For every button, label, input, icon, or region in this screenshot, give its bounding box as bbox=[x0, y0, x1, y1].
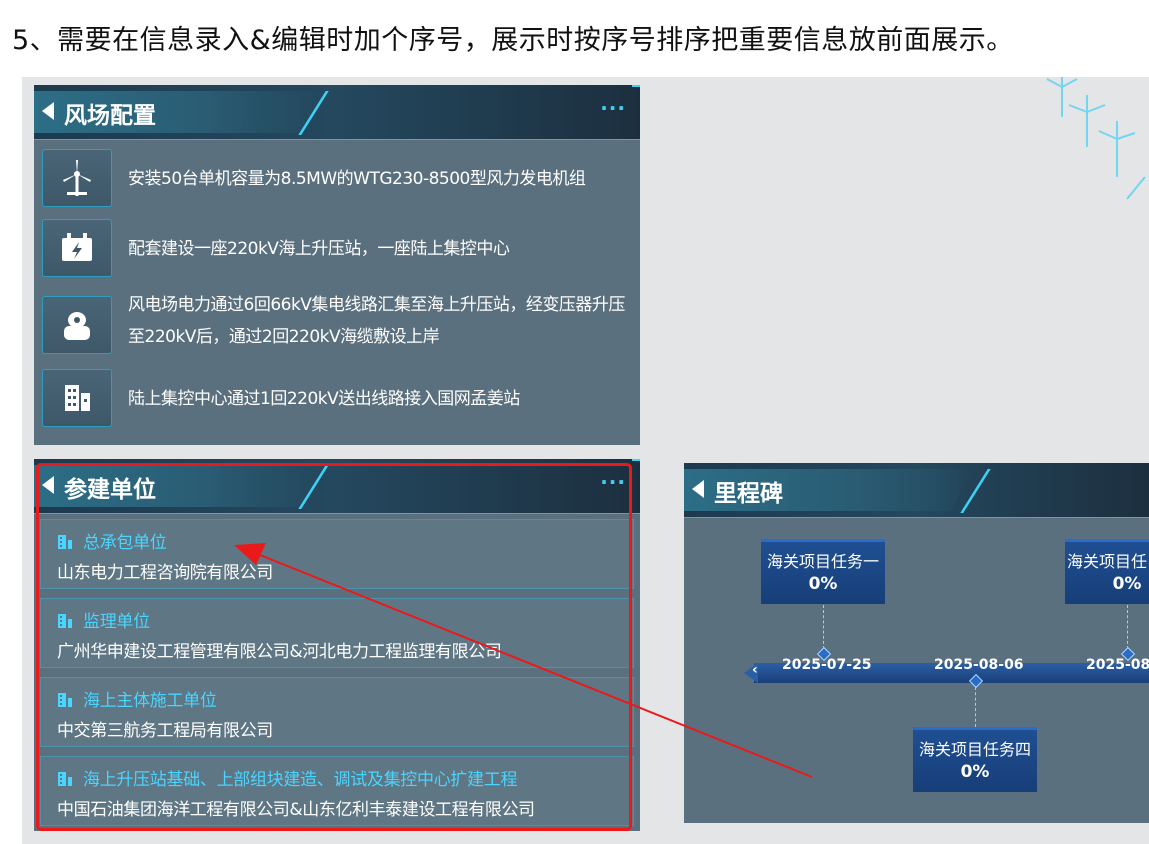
collapse-arrow-icon[interactable] bbox=[42, 102, 54, 120]
chevron-left-icon: ‹ bbox=[752, 662, 758, 678]
milestone-name: 海关项目任务四 bbox=[918, 740, 1031, 759]
wind-farm-panel: 风场配置 ··· 安装50台单机容量为8.5MW的WTG230-8500型风力发… bbox=[34, 85, 640, 445]
timeline-date: 2025-07-25 bbox=[782, 657, 872, 673]
milestone-card[interactable]: 海关项目任务四 0% bbox=[913, 727, 1037, 792]
transformer-icon bbox=[42, 296, 112, 354]
wind-farm-item: 陆上集控中心通过1回220kV送出线路接入国网孟姜站 bbox=[42, 369, 632, 429]
wind-farm-item-text: 陆上集控中心通过1回220kV送出线路接入国网孟姜站 bbox=[128, 389, 520, 409]
instruction-note: 5、需要在信息录入&编辑时加个序号，展示时按序号排序把重要信息放前面展示。 bbox=[12, 25, 1014, 56]
wind-farm-item: 风电场电力通过6回66kV集电线路汇集至海上升压站，经变压器升压至220kV后，… bbox=[42, 289, 632, 359]
wind-farm-item: 配套建设一座220kV海上升压站，一座陆上集控中心 bbox=[42, 219, 632, 279]
milestone-card[interactable]: 海关项目任 0% bbox=[1065, 539, 1149, 604]
milestone-header: 里程碑 bbox=[684, 463, 1149, 518]
wind-farm-item-text: 安装50台单机容量为8.5MW的WTG230-8500型风力发电机组 bbox=[128, 169, 586, 189]
wind-farm-header: 风场配置 ··· bbox=[34, 85, 640, 140]
milestone-connector bbox=[975, 687, 976, 727]
collapse-arrow-icon[interactable] bbox=[692, 480, 704, 498]
dashboard-canvas: 风场配置 ··· 安装50台单机容量为8.5MW的WTG230-8500型风力发… bbox=[22, 77, 1149, 844]
milestone-name: 海关项目任 bbox=[1067, 552, 1148, 571]
milestone-card[interactable]: 海关项目任务一 0% bbox=[761, 539, 885, 604]
milestone-percent: 0% bbox=[960, 762, 990, 782]
milestone-percent: 0% bbox=[1112, 574, 1142, 594]
wind-farm-item-text: 风电场电力通过6回66kV集电线路汇集至海上升压站，经变压器升压至220kV后，… bbox=[128, 295, 625, 347]
milestone-title: 里程碑 bbox=[714, 481, 783, 507]
battery-charge-icon bbox=[42, 219, 112, 277]
milestone-name: 海关项目任务一 bbox=[766, 552, 879, 571]
more-options-button[interactable]: ··· bbox=[600, 96, 626, 120]
wind-turbine-icon bbox=[42, 149, 112, 207]
milestone-connector bbox=[823, 605, 824, 649]
wind-farm-title: 风场配置 bbox=[64, 103, 156, 129]
milestone-panel: 里程碑 ‹ 2025-07-25 2025-08-06 2025-08- 海关项… bbox=[684, 463, 1149, 823]
timeline-date: 2025-08-06 bbox=[934, 657, 1024, 673]
wind-farm-item-text: 配套建设一座220kV海上升压站，一座陆上集控中心 bbox=[128, 239, 510, 259]
building-icon bbox=[42, 369, 112, 427]
annotation-highlight-box bbox=[36, 463, 632, 831]
milestone-percent: 0% bbox=[808, 574, 838, 594]
turbine-decoration-icon bbox=[1046, 77, 1146, 200]
milestone-connector bbox=[1127, 605, 1128, 649]
wind-farm-item: 安装50台单机容量为8.5MW的WTG230-8500型风力发电机组 bbox=[42, 149, 632, 209]
timeline-date: 2025-08- bbox=[1086, 657, 1149, 673]
